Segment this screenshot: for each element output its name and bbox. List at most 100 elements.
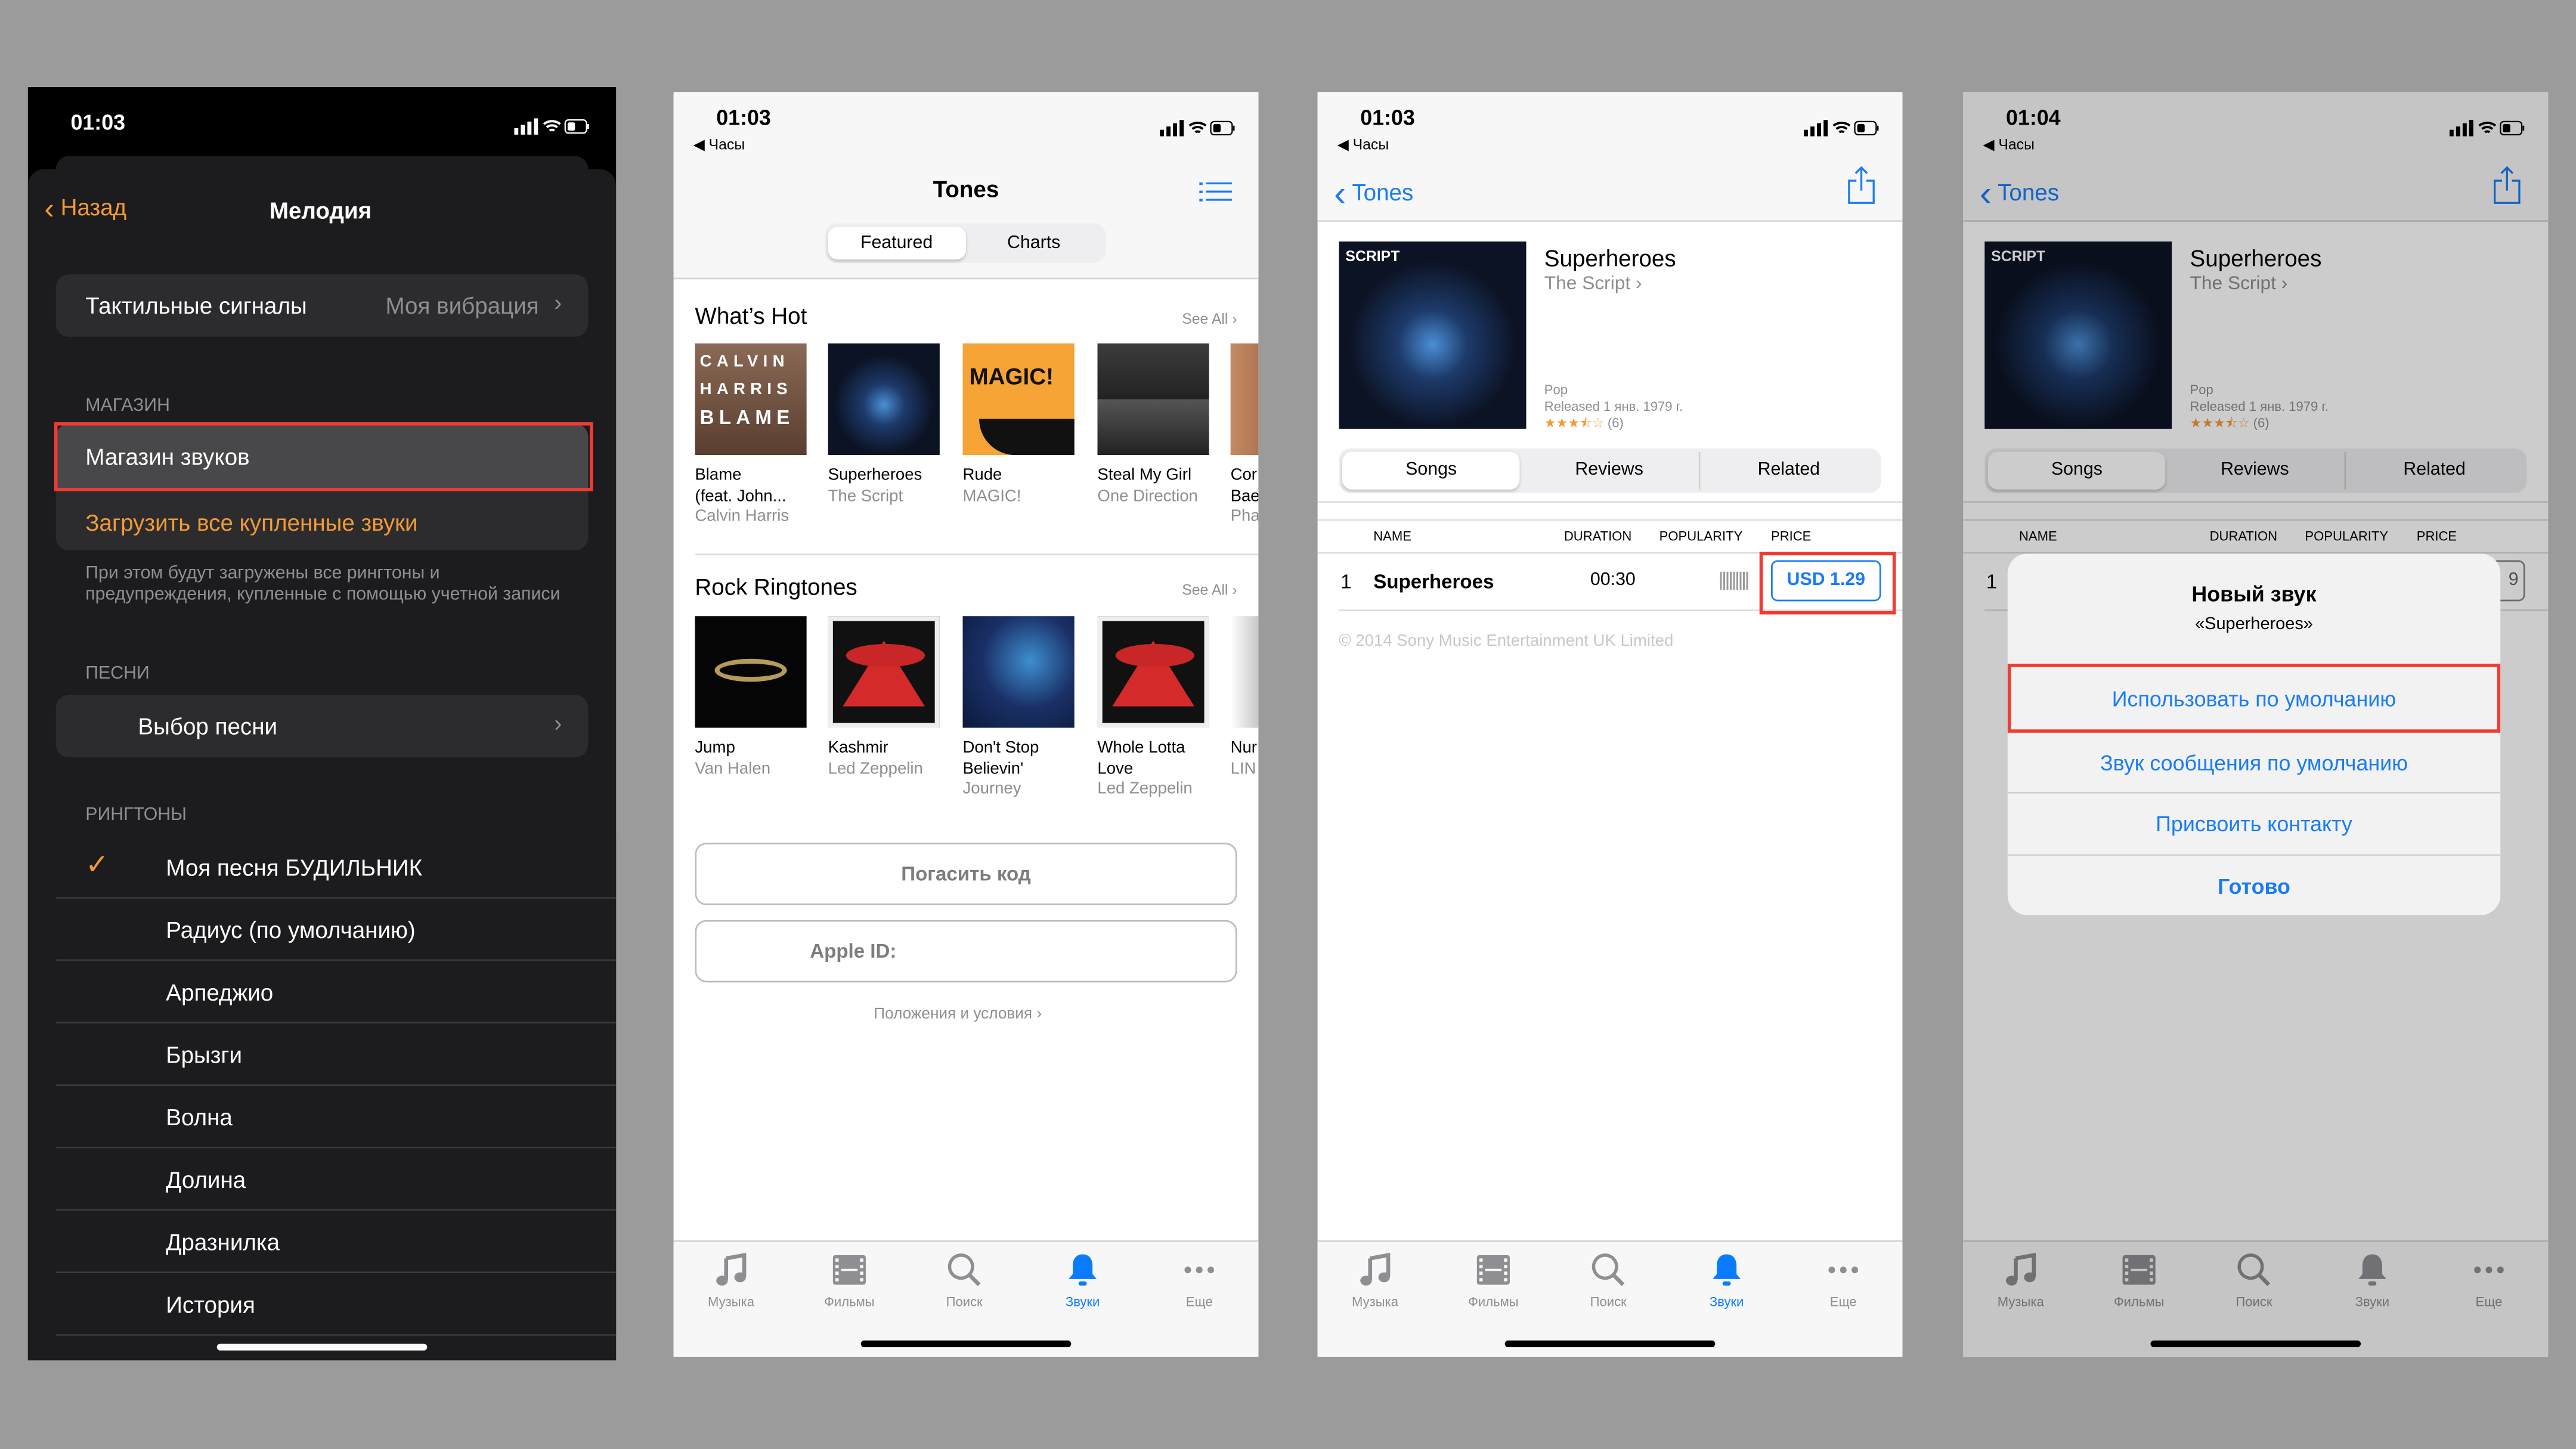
list-icon[interactable]	[1199, 182, 1233, 202]
tab-label: Музыка	[708, 1295, 754, 1309]
page-title: Мелодия	[269, 197, 372, 224]
artist-label: The Script	[1544, 274, 1631, 295]
back-button[interactable]: ‹ Tones	[1334, 172, 1413, 215]
apple-id-button[interactable]: Apple ID:	[695, 919, 1237, 983]
rating-count: (6)	[1607, 416, 1624, 431]
album-art	[828, 343, 940, 456]
album-art	[1097, 616, 1209, 728]
tone-title: Steal My Girl	[1097, 466, 1192, 485]
ringtone-label: История	[166, 1291, 255, 1318]
tone-artist: One Direction	[1097, 487, 1198, 506]
back-button[interactable]: ‹ Назад	[44, 192, 126, 227]
tone-title-cont: (feat. John...	[695, 487, 787, 506]
meta: Pop Released 1 янв. 1979 г. ★★★⯪☆ (6)	[1544, 383, 1683, 432]
back-to-app-link[interactable]: ◀ Часы	[1337, 137, 1389, 154]
tone-title: Cor	[1230, 466, 1257, 485]
music-note-icon	[1360, 1252, 1391, 1286]
home-indicator	[1504, 1340, 1716, 1348]
search-icon	[948, 1253, 981, 1286]
tab-films[interactable]: Фильмы	[1444, 1252, 1543, 1309]
share-icon[interactable]	[1847, 166, 1877, 205]
see-all-label: See All	[1182, 310, 1228, 327]
tab-more[interactable]: Еще	[1150, 1252, 1249, 1309]
ringtone-row[interactable]: Дразнилка	[55, 1210, 617, 1274]
tab-music[interactable]: Музыка	[1326, 1252, 1424, 1309]
tab-bar: Музыка Фильмы Поиск Звуки Еще	[673, 1240, 1259, 1357]
haptics-value: Моя вибрация	[385, 292, 539, 319]
column-header-price: PRICE	[1770, 529, 1812, 544]
divider	[1317, 501, 1903, 503]
section-title-rock: Rock Ringtones	[695, 573, 857, 600]
album-caption: Kashmir Led Zeppelin	[828, 739, 956, 781]
ringtone-label: Радиус (по умолчанию)	[166, 917, 416, 943]
ringtone-row[interactable]: ✓ Моя песня БУДИЛЬНИК	[55, 836, 617, 899]
status-icons	[1160, 115, 1236, 145]
download-all-button[interactable]: Загрузить все купленные звуки	[85, 509, 417, 535]
film-icon	[1476, 1255, 1510, 1285]
ringtone-row[interactable]: История	[55, 1273, 617, 1336]
see-all-link[interactable]: See All ›	[1182, 581, 1237, 598]
tab-tones[interactable]: Звуки	[1677, 1252, 1776, 1309]
page-title: Tones	[933, 175, 999, 202]
ringtone-row[interactable]: Долина	[55, 1148, 617, 1211]
terms-link[interactable]: Положения и условия ›	[674, 1005, 1242, 1023]
album-caption: Rude MAGIC!	[962, 466, 1091, 507]
tab-more[interactable]: Еще	[1794, 1252, 1893, 1309]
tone-detail-with-dialog-screen: 01:04 ◀ Часы ‹ Tones SCRIPT Superheroes …	[1963, 92, 2549, 1357]
chevron-left-icon: ‹	[1334, 172, 1346, 214]
signal-wifi-battery-icon	[1804, 120, 1879, 137]
column-header-duration: DURATION	[1563, 529, 1632, 544]
tab-search[interactable]: Поиск	[915, 1252, 1014, 1309]
status-time: 01:03	[716, 105, 771, 130]
tab-reviews[interactable]: Reviews	[1520, 452, 1698, 490]
dialog-subtitle: «Superheroes»	[2195, 614, 2313, 634]
album-art: CALVIN HARRIS BLAME	[695, 343, 807, 456]
pick-song-row[interactable]: Выбор песни ›	[55, 695, 589, 758]
tab-music[interactable]: Музыка	[682, 1252, 780, 1309]
tab-films[interactable]: Фильмы	[800, 1252, 899, 1309]
ringtone-row[interactable]: Волна	[55, 1086, 617, 1148]
haptics-row[interactable]: Тактильные сигналы Моя вибрация ›	[55, 274, 589, 337]
redeem-code-button[interactable]: Погасить код	[695, 843, 1237, 906]
tab-label: Еще	[1185, 1295, 1213, 1309]
tone-detail-screen: 01:03 ◀ Часы ‹ Tones SCRIPT Superheroes …	[1317, 92, 1903, 1357]
status-icons	[1804, 115, 1880, 145]
column-header-name: NAME	[1373, 529, 1411, 544]
see-all-link[interactable]: See All ›	[1182, 311, 1237, 327]
album-art	[828, 616, 940, 728]
tab-featured[interactable]: Featured	[828, 227, 965, 260]
ringtone-label: Долина	[166, 1166, 246, 1193]
tab-charts[interactable]: Charts	[965, 227, 1103, 259]
ringtone-row[interactable]: Арпеджио	[55, 961, 617, 1024]
store-footer-text: При этом будут загружены все рингтоны и …	[85, 563, 561, 605]
section-header-ringtones: РИНГТОНЫ	[85, 804, 187, 825]
ringtone-label: Арпеджио	[166, 979, 274, 1006]
album-caption: Don't Stop Believin' Journey	[962, 739, 1091, 801]
album-art	[695, 616, 807, 728]
tone-title: Nur	[1230, 739, 1257, 758]
set-default-text-tone-button[interactable]: Звук сообщения по умолчанию	[2007, 731, 2501, 794]
new-tone-dialog: Новый звук «Superheroes» Использовать по у…	[2007, 553, 2501, 915]
terms-label: Положения и условия	[874, 1005, 1033, 1024]
tab-tones[interactable]: Звуки	[1033, 1252, 1132, 1309]
tone-artist: Led Zeppelin	[1097, 780, 1193, 798]
done-button[interactable]: Готово	[2007, 854, 2501, 915]
tab-search[interactable]: Поиск	[1559, 1252, 1658, 1309]
tone-title: Superheroes	[828, 466, 922, 485]
tab-songs[interactable]: Songs	[1342, 451, 1521, 490]
tab-related[interactable]: Related	[1698, 451, 1878, 490]
tab-label: Фильмы	[1468, 1295, 1519, 1309]
artist-link[interactable]: The Script ›	[1544, 274, 1642, 294]
tone-title: Kashmir	[828, 739, 888, 758]
tab-label: Еще	[1829, 1295, 1857, 1309]
album-caption: Superheroes The Script	[828, 466, 956, 507]
album-art: MAGIC!	[962, 343, 1075, 456]
ringtone-row[interactable]: Брызги	[55, 1023, 617, 1086]
ringtone-row[interactable]: Радиус (по умолчанию)	[55, 899, 617, 961]
highlight-box	[54, 422, 593, 491]
assign-to-contact-button[interactable]: Присвоить контакту	[2007, 791, 2501, 854]
signal-wifi-battery-icon	[1160, 120, 1235, 137]
album-art	[962, 616, 1075, 728]
back-label: Tones	[1352, 179, 1414, 206]
back-to-app-link[interactable]: ◀ Часы	[693, 137, 745, 154]
